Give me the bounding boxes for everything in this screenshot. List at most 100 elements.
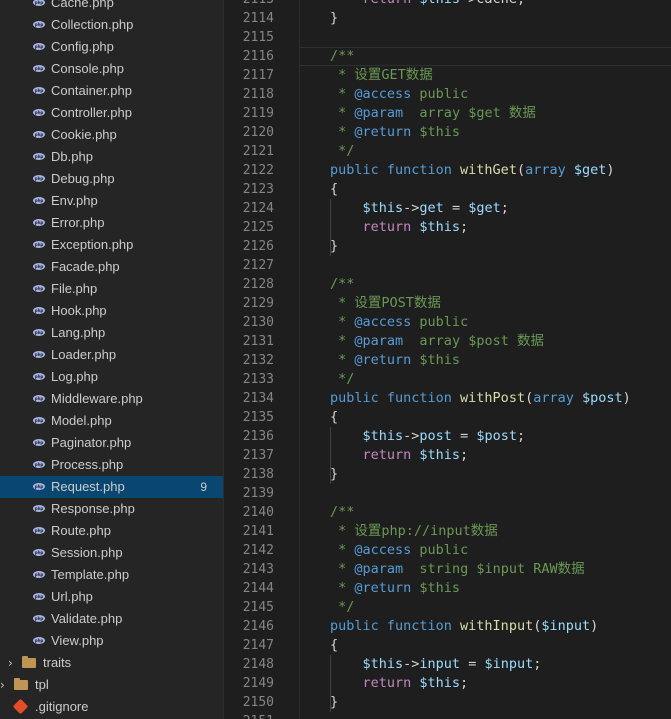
code-line[interactable]: 2122 public function withGet(array $get) (224, 161, 671, 180)
code-token: @access (354, 314, 412, 330)
file-item[interactable]: php Lang.php (0, 322, 223, 344)
code-token: ; (460, 675, 469, 691)
code-token: get (419, 200, 444, 216)
code-line[interactable]: 2129 * 设置POST数据 (224, 294, 671, 313)
code-line[interactable]: 2123 { (224, 180, 671, 199)
file-item[interactable]: php Loader.php (0, 344, 223, 366)
file-item[interactable]: php Cache.php (0, 0, 223, 14)
code-line[interactable]: 2132 * @return $this (224, 351, 671, 370)
line-number: 2125 (242, 220, 274, 235)
file-label: Error.php (51, 215, 105, 230)
file-label: Url.php (51, 589, 93, 604)
file-item[interactable]: php Exception.php (0, 234, 223, 256)
code-line[interactable]: 2133 */ (224, 370, 671, 389)
file-label: Response.php (51, 501, 135, 516)
code-line[interactable]: 2136 $this->post = $post; (224, 427, 671, 446)
file-item[interactable]: php Session.php (0, 542, 223, 564)
file-item[interactable]: php Model.php (0, 410, 223, 432)
file-item[interactable]: php Log.php (0, 366, 223, 388)
code-line[interactable]: 2117 * 设置GET数据 (224, 66, 671, 85)
code-line[interactable]: 2151 (224, 712, 671, 719)
code-line[interactable]: 2137 return $this; (224, 446, 671, 465)
code-text: return $this; (330, 218, 469, 237)
file-item[interactable]: php Request.php 9 (0, 476, 223, 498)
code-line[interactable]: 2134 public function withPost(array $post… (224, 389, 671, 408)
file-item[interactable]: php File.php (0, 278, 223, 300)
code-line[interactable]: 2130 * @access public (224, 313, 671, 332)
code-line[interactable]: 2149 return $this; (224, 674, 671, 693)
file-item[interactable]: php Facade.php (0, 256, 223, 278)
file-item[interactable]: php Console.php (0, 58, 223, 80)
code-line[interactable]: 2115 (224, 28, 671, 47)
code-line[interactable]: 2135 { (224, 408, 671, 427)
code-line[interactable]: 2118 * @access public (224, 85, 671, 104)
folder-item[interactable]: › tpl (0, 674, 223, 696)
file-item[interactable]: .gitignore (0, 696, 223, 718)
file-item[interactable]: php Controller.php (0, 102, 223, 124)
code-line[interactable]: 2148 $this->input = $input; (224, 655, 671, 674)
line-number: 2132 (242, 353, 274, 368)
file-item[interactable]: php Hook.php (0, 300, 223, 322)
php-file-icon: php (33, 21, 45, 28)
code-line[interactable]: 2114} (224, 9, 671, 28)
code-line[interactable]: 2126} (224, 237, 671, 256)
code-line[interactable]: 2120 * @return $this (224, 123, 671, 142)
code-line[interactable]: 2145 */ (224, 598, 671, 617)
code-text: { (330, 180, 338, 199)
code-line[interactable]: 2119 * @param array $get 数据 (224, 104, 671, 123)
indent-guide (330, 427, 331, 484)
file-item[interactable]: php Collection.php (0, 14, 223, 36)
line-number: 2133 (242, 372, 274, 387)
code-line[interactable]: 2142 * @access public (224, 541, 671, 560)
php-file-icon: php (33, 131, 45, 138)
code-line[interactable]: 2139 (224, 484, 671, 503)
line-number: 2135 (242, 410, 274, 425)
file-item[interactable]: php Db.php (0, 146, 223, 168)
file-item[interactable]: php Config.php (0, 36, 223, 58)
code-line[interactable]: 2131 * @param array $post 数据 (224, 332, 671, 351)
file-item[interactable]: php Debug.php (0, 168, 223, 190)
line-number: 2139 (242, 486, 274, 501)
code-line[interactable]: 2143 * @param string $input RAW数据 (224, 560, 671, 579)
file-item[interactable]: php Route.php (0, 520, 223, 542)
code-line[interactable]: 2138} (224, 465, 671, 484)
code-line[interactable]: 2116 /** (224, 47, 671, 66)
file-label: Container.php (51, 83, 132, 98)
code-line[interactable]: 2121 */ (224, 142, 671, 161)
code-token: @return (354, 580, 412, 596)
folder-icon (22, 656, 36, 668)
code-token: $this (411, 352, 461, 368)
code-line[interactable]: 2128 /** (224, 275, 671, 294)
file-item[interactable]: php Template.php (0, 564, 223, 586)
file-item[interactable]: php Cookie.php (0, 124, 223, 146)
code-line[interactable]: 2127 (224, 256, 671, 275)
line-number: 2142 (242, 543, 274, 558)
file-item[interactable]: php View.php (0, 630, 223, 652)
file-item[interactable]: php Middleware.php (0, 388, 223, 410)
code-line[interactable]: 2125 return $this; (224, 218, 671, 237)
code-line[interactable]: 2150} (224, 693, 671, 712)
code-token: public (411, 86, 469, 102)
folder-item[interactable]: › traits (0, 652, 223, 674)
file-item[interactable]: php Error.php (0, 212, 223, 234)
code-line[interactable]: 2113 return $this->cache; (224, 0, 671, 9)
code-line[interactable]: 2144 * @return $this (224, 579, 671, 598)
file-item[interactable]: php Container.php (0, 80, 223, 102)
code-line[interactable]: 2147 { (224, 636, 671, 655)
code-line[interactable]: 2141 * 设置php://input数据 (224, 522, 671, 541)
code-editor[interactable]: 2113 return $this->cache;2114}21152116/*… (224, 0, 671, 719)
file-item[interactable]: php Validate.php (0, 608, 223, 630)
file-item[interactable]: php Process.php (0, 454, 223, 476)
file-item[interactable]: php Url.php (0, 586, 223, 608)
file-item[interactable]: php Env.php (0, 190, 223, 212)
code-line[interactable]: 2124 $this->get = $get; (224, 199, 671, 218)
line-number: 2117 (242, 68, 274, 83)
code-token: $this (330, 656, 404, 672)
code-line[interactable]: 2146 public function withInput($input) (224, 617, 671, 636)
code-token: */ (330, 599, 355, 615)
file-item[interactable]: php Response.php (0, 498, 223, 520)
code-token: $this (411, 124, 461, 140)
file-item[interactable]: php Paginator.php (0, 432, 223, 454)
php-file-icon: php (33, 87, 45, 94)
code-line[interactable]: 2140 /** (224, 503, 671, 522)
